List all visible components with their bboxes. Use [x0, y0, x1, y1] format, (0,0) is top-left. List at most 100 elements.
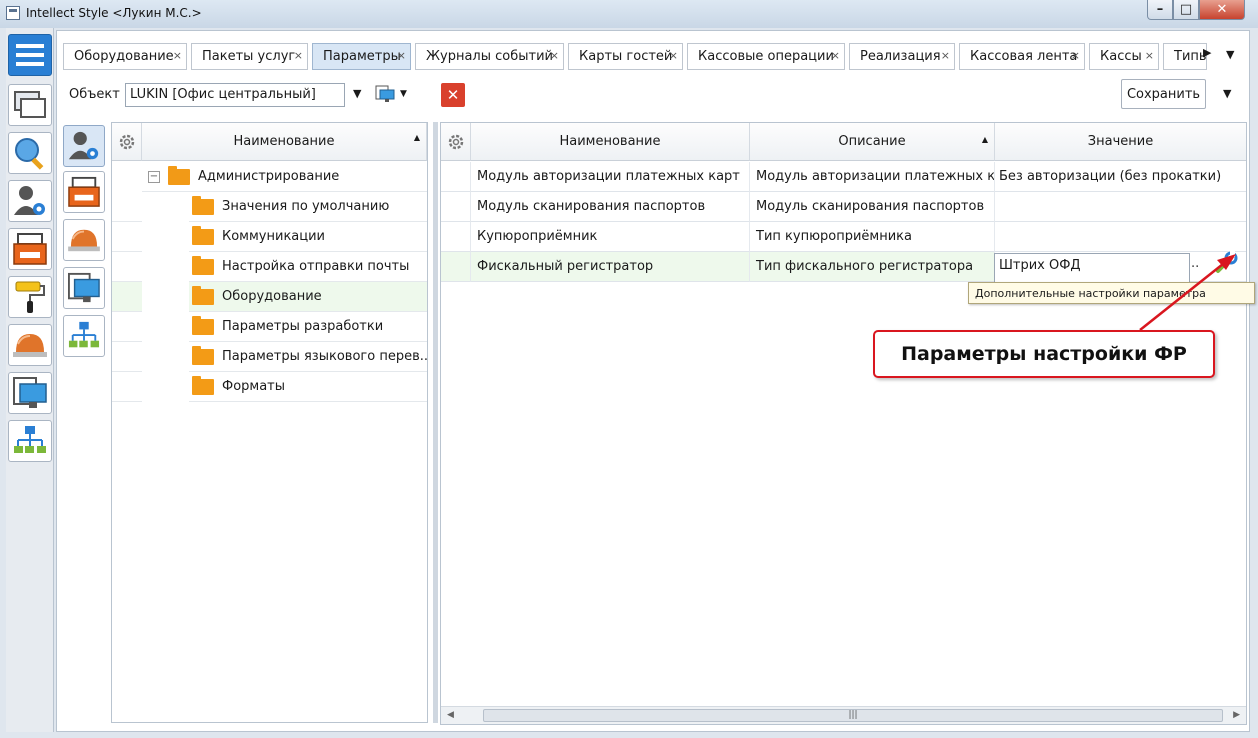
- scroll-right-icon[interactable]: ▶: [1233, 710, 1240, 720]
- hierarchy-icon[interactable]: [8, 420, 52, 462]
- tree-item-label: Администрирование: [198, 169, 340, 184]
- save-button[interactable]: Сохранить: [1121, 79, 1206, 109]
- sort-ascending-icon: ▲: [981, 135, 988, 144]
- tab-cash-operations[interactable]: Кассовые операции ×: [687, 43, 845, 70]
- tab-label: Кассовые операции: [698, 49, 834, 64]
- user-settings-icon[interactable]: [8, 180, 52, 222]
- tab-label: Карты гостей: [579, 49, 673, 64]
- column-header-value[interactable]: Значение: [995, 123, 1246, 161]
- horizontal-scrollbar[interactable]: ◀ ||| ▶: [441, 706, 1246, 724]
- chevron-down-icon[interactable]: ▼: [353, 87, 361, 100]
- tab-event-logs[interactable]: Журналы событий ×: [415, 43, 564, 70]
- tree-row[interactable]: Параметры языкового перев...: [112, 342, 427, 372]
- tab-close-icon[interactable]: ×: [1071, 49, 1080, 62]
- collapse-icon[interactable]: −: [148, 170, 160, 183]
- cash-register-icon[interactable]: [8, 228, 52, 270]
- tree-item-label: Форматы: [222, 379, 286, 394]
- tree-row[interactable]: Форматы: [112, 372, 427, 402]
- table-row[interactable]: Модуль авторизации платежных карт Модуль…: [441, 162, 1246, 192]
- app-icon: [6, 6, 20, 20]
- paint-roller-icon[interactable]: [8, 276, 52, 318]
- user-settings-icon[interactable]: [63, 125, 105, 167]
- tab-close-icon[interactable]: ×: [1145, 49, 1154, 62]
- tab-sales[interactable]: Реализация ×: [849, 43, 955, 70]
- folder-icon: [192, 345, 214, 365]
- tab-close-icon[interactable]: ×: [550, 49, 559, 62]
- tree-item-label: Параметры языкового перев...: [222, 349, 427, 364]
- clear-object-button[interactable]: ✕: [441, 83, 465, 107]
- tab-label: Журналы событий: [426, 49, 553, 64]
- ellipsis-button[interactable]: ..: [1191, 256, 1199, 271]
- tree-item-label: Настройка отправки почты: [222, 259, 410, 274]
- windows-icon[interactable]: [8, 84, 52, 126]
- tab-scroll-right-icon[interactable]: ▶: [1203, 46, 1211, 59]
- search-icon[interactable]: [8, 132, 52, 174]
- maximize-button[interactable]: □: [1173, 0, 1199, 20]
- menu-icon[interactable]: [8, 34, 52, 76]
- tree-header-name[interactable]: Наименование ▲: [142, 123, 427, 161]
- tree-row[interactable]: Коммуникации: [112, 222, 427, 252]
- cash-register-icon[interactable]: [63, 171, 105, 213]
- column-header-label: Описание: [838, 134, 906, 149]
- tab-close-icon[interactable]: ×: [669, 49, 678, 62]
- tab-close-icon[interactable]: ×: [173, 49, 182, 62]
- scroll-left-icon[interactable]: ◀: [447, 710, 454, 720]
- tree-row[interactable]: Значения по умолчанию: [112, 192, 427, 222]
- cell-name: Модуль сканирования паспортов: [471, 192, 750, 222]
- tree-row-selected[interactable]: Оборудование: [112, 282, 427, 312]
- object-select[interactable]: LUKIN [Офис центральный]: [125, 83, 345, 107]
- cell-value[interactable]: [995, 222, 1246, 252]
- folder-icon: [192, 225, 214, 245]
- cell-description: Тип купюроприёмника: [750, 222, 995, 252]
- scrollbar-thumb[interactable]: |||: [483, 709, 1223, 722]
- value-input[interactable]: Штрих ОФД: [994, 253, 1190, 283]
- tab-close-icon[interactable]: ×: [294, 49, 303, 62]
- tab-close-icon[interactable]: ×: [941, 49, 950, 62]
- folder-icon: [192, 195, 214, 215]
- folder-icon: [192, 255, 214, 275]
- tab-service-packages[interactable]: Пакеты услуг ×: [191, 43, 308, 70]
- gear-icon[interactable]: [112, 123, 142, 161]
- gear-icon[interactable]: [441, 123, 471, 161]
- column-header-description[interactable]: Описание ▲: [750, 123, 995, 161]
- service-bell-icon[interactable]: [63, 219, 105, 261]
- monitor-icon[interactable]: [8, 372, 52, 414]
- tab-equipment[interactable]: Оборудование ×: [63, 43, 187, 70]
- tab-close-icon[interactable]: ×: [397, 49, 406, 62]
- tab-cash-desks[interactable]: Кассы ×: [1089, 43, 1159, 70]
- cell-value[interactable]: Без авторизации (без прокатки): [995, 162, 1246, 192]
- table-row[interactable]: Купюроприёмник Тип купюроприёмника: [441, 222, 1246, 252]
- save-menu-icon[interactable]: ▼: [1223, 87, 1231, 100]
- tab-cash-tape[interactable]: Кассовая лента ×: [959, 43, 1085, 70]
- tab-label: Оборудование: [74, 49, 174, 64]
- column-header-name[interactable]: Наименование: [471, 123, 750, 161]
- tab-types[interactable]: Типы: [1163, 43, 1207, 70]
- tab-label: Кассы: [1100, 49, 1142, 64]
- tab-parameters[interactable]: Параметры ×: [312, 43, 411, 70]
- hierarchy-icon[interactable]: [63, 315, 105, 357]
- tab-list-menu-icon[interactable]: ▼: [1226, 48, 1234, 61]
- tree-row[interactable]: Настройка отправки почты: [112, 252, 427, 282]
- monitor-icon[interactable]: [63, 267, 105, 309]
- object-label: Объект: [69, 87, 120, 102]
- tab-label: Пакеты услуг: [202, 49, 296, 64]
- cell-value[interactable]: [995, 192, 1246, 222]
- panel-splitter[interactable]: [433, 122, 438, 723]
- tree-row[interactable]: Параметры разработки: [112, 312, 427, 342]
- folder-icon: [192, 315, 214, 335]
- tab-label: Параметры: [323, 49, 401, 64]
- tab-close-icon[interactable]: ×: [831, 49, 840, 62]
- cell-name: Модуль авторизации платежных карт: [471, 162, 750, 192]
- service-bell-icon[interactable]: [8, 324, 52, 366]
- table-row[interactable]: Модуль сканирования паспортов Модуль ска…: [441, 192, 1246, 222]
- wrench-icon[interactable]: [1214, 251, 1238, 275]
- folder-icon: [192, 375, 214, 395]
- monitor-icon[interactable]: [375, 85, 395, 103]
- tree-item-label: Оборудование: [222, 289, 322, 304]
- tree-row-root[interactable]: − Администрирование: [112, 162, 427, 192]
- close-window-button[interactable]: ✕: [1199, 0, 1245, 20]
- minimize-button[interactable]: –: [1147, 0, 1173, 20]
- chevron-down-icon[interactable]: ▼: [400, 89, 407, 99]
- main-panel: Оборудование × Пакеты услуг × Параметры …: [56, 30, 1250, 732]
- tab-guest-cards[interactable]: Карты гостей ×: [568, 43, 683, 70]
